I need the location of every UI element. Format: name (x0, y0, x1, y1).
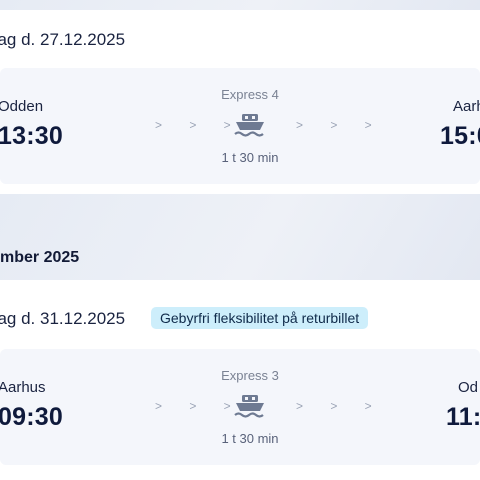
arrival-time: 11:0 (446, 403, 480, 431)
arrival-time: 15:0 (440, 122, 480, 150)
departure-time: 09:30 (0, 403, 63, 431)
chevron-right-icon: > > > (155, 399, 243, 413)
flex-badge: Gebyrfri fleksibilitet på returbillet (151, 307, 369, 329)
departure-time: 13:30 (0, 122, 63, 150)
ship-name: Express 4 (221, 87, 279, 102)
ship-name: Express 3 (221, 368, 279, 383)
month-band: mber 2025 (0, 194, 480, 280)
trip-duration: 1 t 30 min (221, 150, 279, 165)
departure-card-1: dag d. 27.12.2025 Odden 13:30 Express 4 … (0, 10, 480, 194)
departure-card-2: dag d. 31.12.2025 Gebyrfri fleksibilitet… (0, 280, 480, 480)
trip-row[interactable]: Aarhus 09:30 Express 3 > > > > > > 1 t 3… (0, 349, 480, 465)
month-heading: mber 2025 (0, 249, 80, 266)
chevron-right-icon: > > > (296, 118, 384, 132)
trip-row[interactable]: Odden 13:30 Express 4 > > > > > > 1 t 30… (0, 68, 480, 184)
destination-port: Od (458, 379, 479, 396)
ferry-icon (234, 114, 264, 137)
chevron-right-icon: > > > (296, 399, 384, 413)
destination-port: Aarh (453, 98, 480, 115)
header-band (0, 0, 480, 10)
departure-date: dag d. 31.12.2025 (0, 309, 126, 328)
chevron-right-icon: > > > (155, 118, 243, 132)
ferry-icon (234, 395, 264, 418)
departure-date: dag d. 27.12.2025 (0, 30, 126, 49)
trip-duration: 1 t 30 min (221, 431, 279, 446)
